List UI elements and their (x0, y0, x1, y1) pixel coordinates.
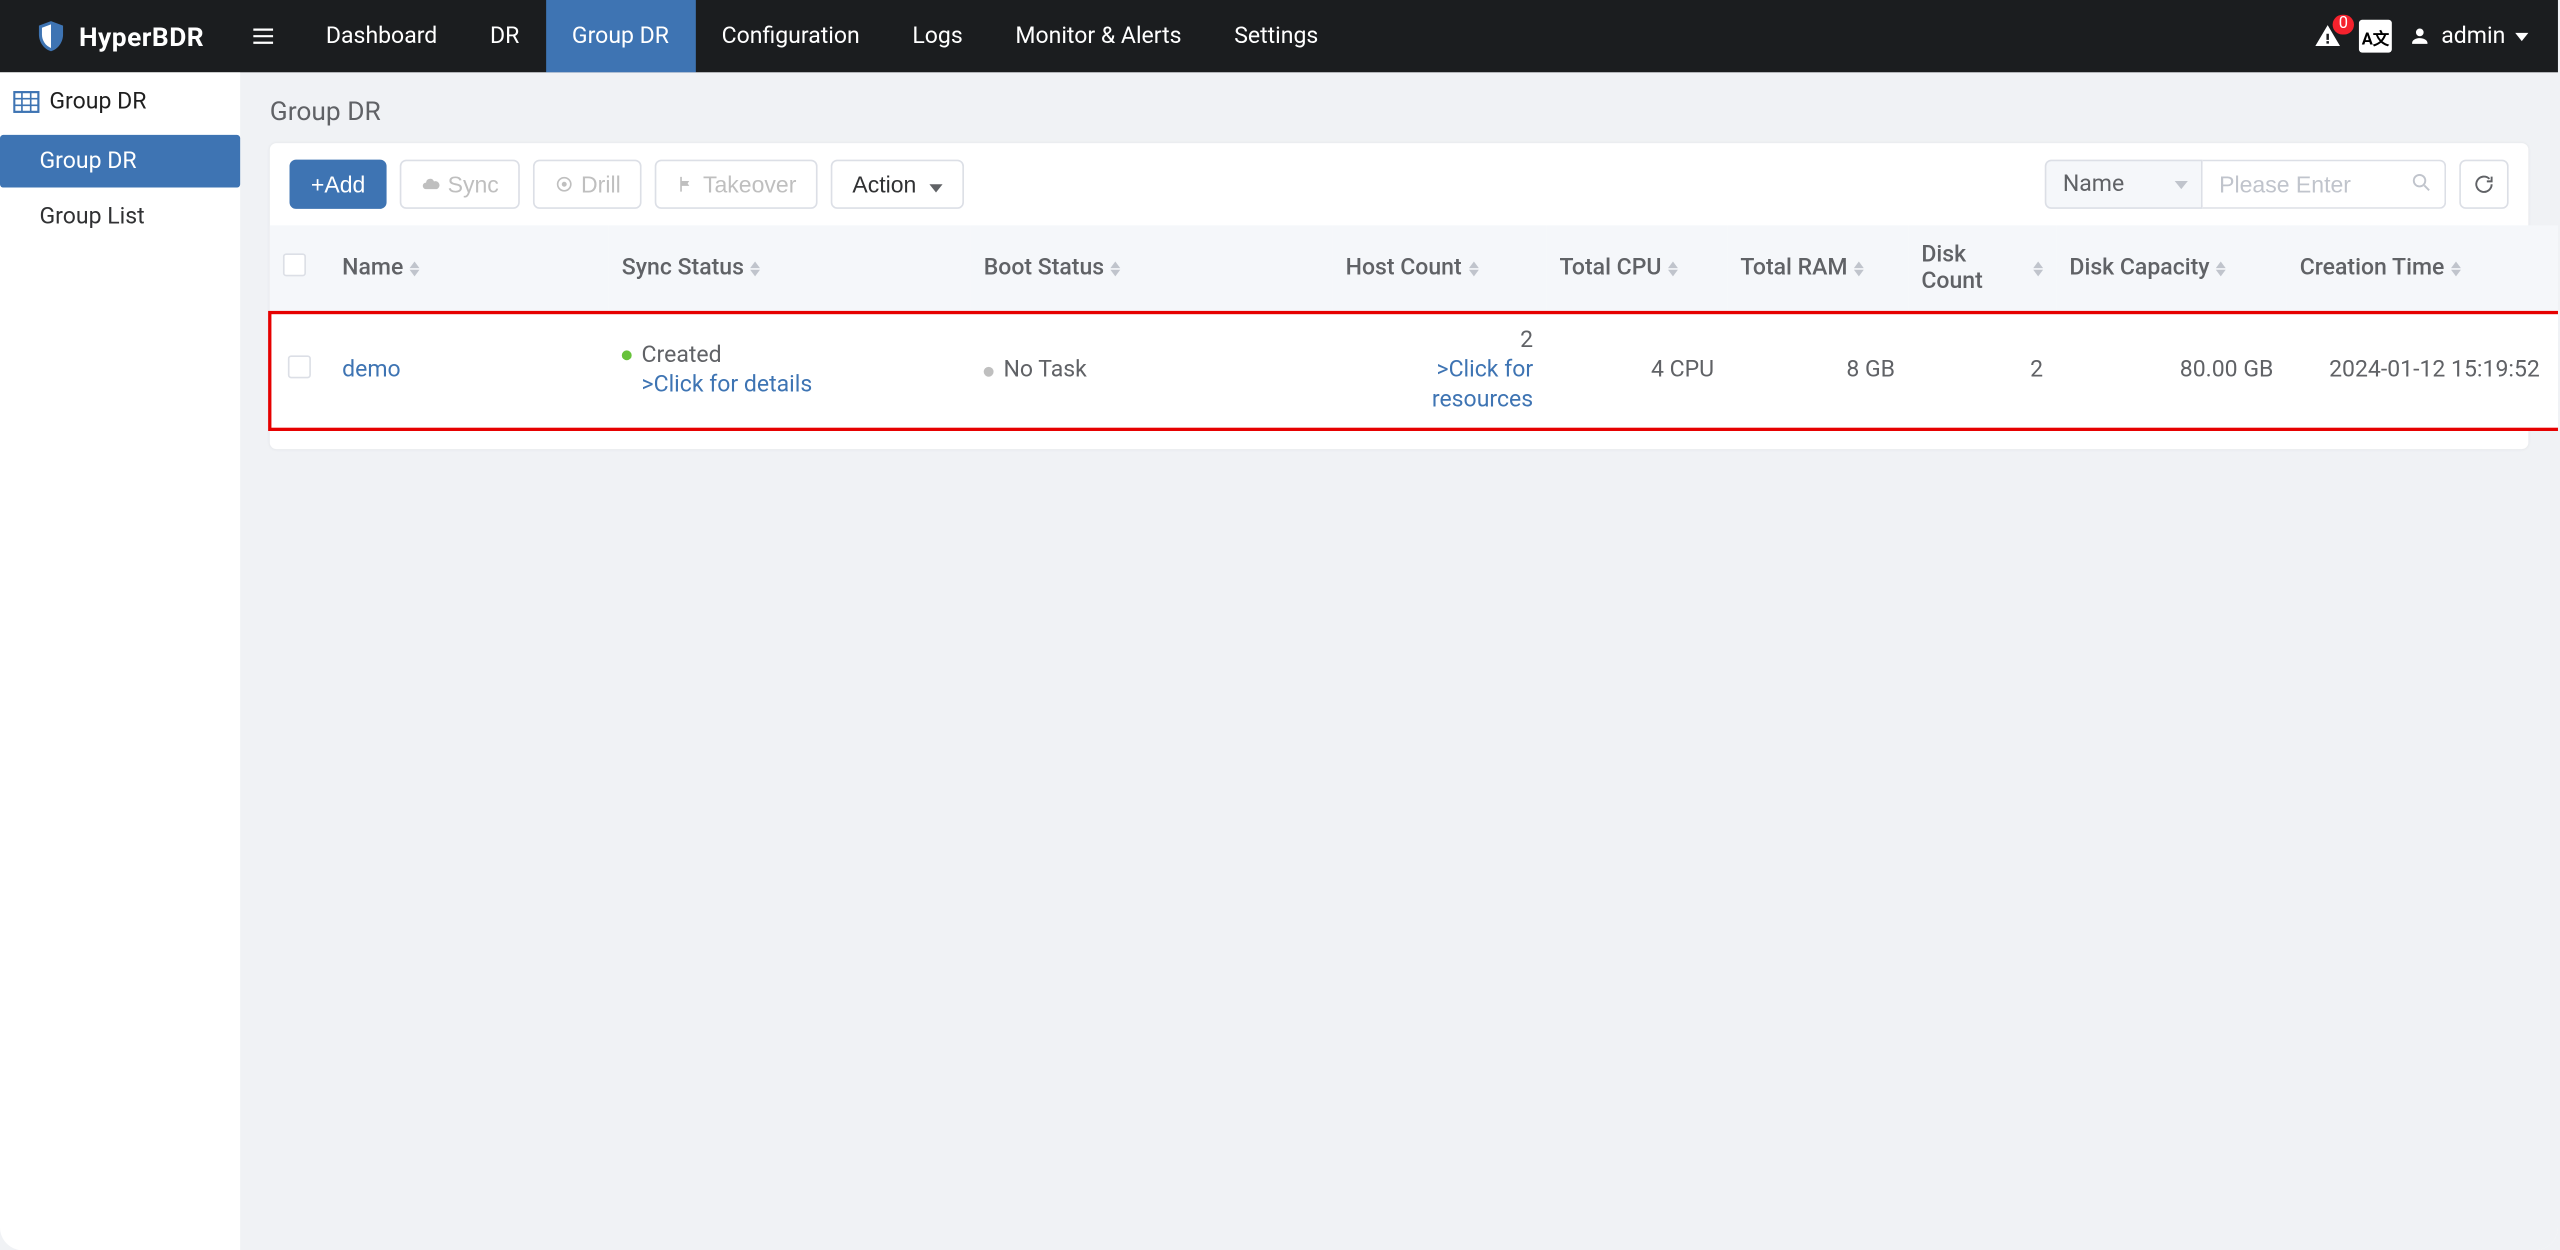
target-icon (555, 174, 575, 194)
cloud-icon (421, 174, 441, 194)
chevron-down-icon (2515, 32, 2528, 40)
sidebar-item-group-dr[interactable]: Group DR (0, 135, 240, 188)
alert-count-badge: 0 (2333, 15, 2354, 35)
action-dropdown[interactable]: Action (831, 160, 964, 209)
topnav-group-dr[interactable]: Group DR (546, 0, 696, 72)
search-icon (2410, 171, 2433, 194)
row-name-link[interactable]: demo (342, 357, 401, 383)
language-toggle[interactable]: A文 (2359, 20, 2392, 53)
alerts-button[interactable]: 0 (2313, 21, 2343, 51)
chevron-down-icon (930, 171, 943, 197)
row-checkbox[interactable] (288, 356, 311, 379)
menu-toggle[interactable] (227, 0, 299, 72)
page-title: Group DR (270, 95, 2529, 126)
takeover-button[interactable]: Takeover (655, 160, 818, 209)
hamburger-icon (250, 23, 276, 49)
add-button[interactable]: +Add (290, 160, 387, 209)
table-row[interactable]: demo Created >Click for details No Task (270, 312, 2558, 429)
topnav-logs[interactable]: Logs (886, 0, 989, 72)
chevron-down-icon (2175, 181, 2188, 189)
topbar: HyperBDR Dashboard DR Group DR Configura… (0, 0, 2558, 72)
col-sync-status[interactable]: Sync Status (622, 255, 761, 281)
topnav-configuration[interactable]: Configuration (695, 0, 886, 72)
drill-button[interactable]: Drill (533, 160, 642, 209)
col-total-cpu[interactable]: Total CPU (1559, 255, 1677, 281)
col-name[interactable]: Name (342, 255, 420, 281)
status-dot-icon (984, 366, 994, 376)
flag-icon (677, 174, 697, 194)
col-disk-capacity[interactable]: Disk Capacity (2069, 255, 2226, 281)
user-menu[interactable]: admin (2408, 23, 2528, 49)
select-all-checkbox[interactable] (283, 253, 306, 276)
boot-status-text: No Task (1003, 357, 1086, 383)
creation-time-text: 2024-01-12 15:19:52 (2287, 312, 2558, 429)
sync-details-link[interactable]: >Click for details (622, 371, 958, 401)
refresh-button[interactable] (2459, 160, 2508, 209)
total-ram-text: 8 GB (1727, 312, 1908, 429)
topnav-monitor-alerts[interactable]: Monitor & Alerts (989, 0, 1208, 72)
col-creation-time[interactable]: Creation Time (2300, 255, 2461, 281)
shield-icon (33, 18, 69, 54)
host-count-text: 2 (1346, 326, 1534, 356)
toolbar: +Add Sync Drill Takeover Action (270, 143, 2529, 225)
col-host-count[interactable]: Host Count (1346, 255, 1478, 281)
disk-capacity-text: 80.00 GB (2056, 312, 2286, 429)
sync-status-text: Created (642, 342, 722, 368)
col-boot-status[interactable]: Boot Status (984, 255, 1121, 281)
search-field-select[interactable]: Name (2045, 160, 2203, 209)
group-table: Name Sync Status Boot Status Host Count … (270, 225, 2558, 428)
disk-count-text: 2 (1908, 312, 2056, 429)
status-dot-icon (622, 351, 632, 361)
refresh-icon (2472, 173, 2495, 196)
topnav-settings[interactable]: Settings (1208, 0, 1345, 72)
brand-name: HyperBDR (79, 21, 204, 52)
topnav: Dashboard DR Group DR Configuration Logs… (300, 0, 1345, 72)
sync-button[interactable]: Sync (400, 160, 520, 209)
grid-icon (13, 90, 39, 113)
sidebar-item-group-list[interactable]: Group List (0, 191, 240, 244)
username: admin (2441, 23, 2505, 49)
topnav-dashboard[interactable]: Dashboard (300, 0, 464, 72)
col-total-ram[interactable]: Total RAM (1740, 255, 1864, 281)
sidebar-section-title: Group DR (0, 72, 240, 131)
total-cpu-text: 4 CPU (1546, 312, 1727, 429)
host-resources-link[interactable]: >Click for resources (1346, 356, 1534, 416)
topnav-dr[interactable]: DR (464, 0, 546, 72)
user-icon (2408, 25, 2431, 48)
brand: HyperBDR (0, 18, 227, 54)
col-disk-count[interactable]: Disk Count (1921, 242, 2043, 295)
sidebar: Group DR Group DR Group List (0, 72, 240, 1250)
